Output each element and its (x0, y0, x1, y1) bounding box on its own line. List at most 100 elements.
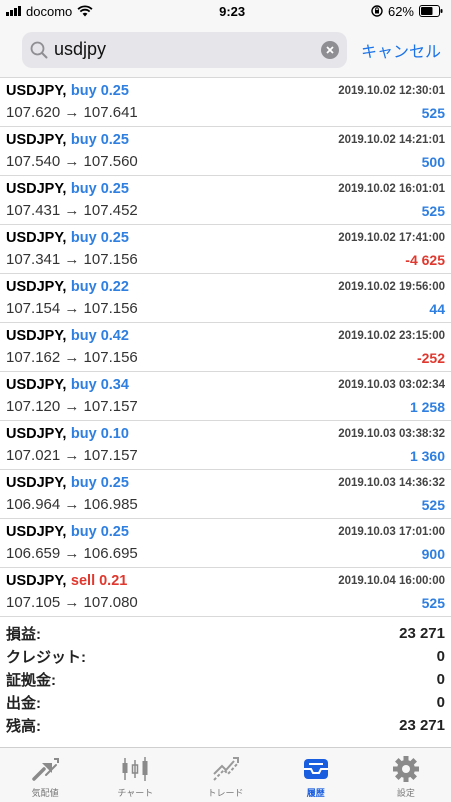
trade-side: buy 0.25 (70, 230, 129, 246)
search-bar: usdjpy キャンセル (0, 22, 451, 78)
trade-title: USDJPY, sell 0.21 (6, 572, 127, 590)
trade-row-bottom: 107.120 → 107.157 1 258 (6, 398, 445, 415)
trade-row-top: USDJPY, buy 0.25 2019.10.03 17:01:00 (6, 523, 445, 541)
trade-row[interactable]: USDJPY, sell 0.21 2019.10.04 16:00:00 10… (0, 568, 451, 617)
trade-title: USDJPY, buy 0.25 (6, 82, 129, 100)
summary-label: 出金: (6, 695, 41, 712)
tab-history[interactable]: 履歴 (271, 748, 361, 802)
trade-title: USDJPY, buy 0.25 (6, 180, 129, 198)
trade-symbol: USDJPY, (6, 426, 67, 442)
clear-icon[interactable] (320, 40, 339, 59)
trade-row[interactable]: USDJPY, buy 0.34 2019.10.03 03:02:34 107… (0, 372, 451, 421)
trade-symbol: USDJPY, (6, 328, 67, 344)
trade-row[interactable]: USDJPY, buy 0.22 2019.10.02 19:56:00 107… (0, 274, 451, 323)
trade-prices: 106.659 → 106.695 (6, 545, 138, 562)
trade-profit: -4 625 (405, 251, 445, 268)
trade-row-top: USDJPY, buy 0.25 2019.10.02 17:41:00 (6, 229, 445, 247)
search-query[interactable]: usdjpy (54, 39, 321, 60)
trade-row-top: USDJPY, buy 0.22 2019.10.02 19:56:00 (6, 278, 445, 296)
trade-row-bottom: 107.162 → 107.156 -252 (6, 349, 445, 366)
search-icon (30, 41, 48, 59)
trade-date: 2019.10.03 03:38:32 (338, 428, 445, 440)
trade-row[interactable]: USDJPY, buy 0.25 2019.10.02 14:21:01 107… (0, 127, 451, 176)
summary-label: 残高: (6, 718, 41, 735)
tab-chart[interactable]: チャート (90, 748, 180, 802)
trade-row[interactable]: USDJPY, buy 0.42 2019.10.02 23:15:00 107… (0, 323, 451, 372)
trade-row-top: USDJPY, buy 0.25 2019.10.03 14:36:32 (6, 474, 445, 492)
trade-profit: -252 (416, 349, 445, 366)
trade-row[interactable]: USDJPY, buy 0.25 2019.10.02 12:30:01 107… (0, 78, 451, 127)
trade-date: 2019.10.02 23:15:00 (338, 330, 445, 342)
tab-quotes[interactable]: 気配値 (0, 748, 90, 802)
trade-row[interactable]: USDJPY, buy 0.10 2019.10.03 03:38:32 107… (0, 421, 451, 470)
trade-row-bottom: 107.431 → 107.452 525 (6, 202, 445, 219)
trade-side: buy 0.25 (70, 181, 129, 197)
status-bar: docomo 9:23 62% (0, 0, 451, 22)
trade-row-top: USDJPY, buy 0.25 2019.10.02 16:01:01 (6, 180, 445, 198)
summary-row: 出金: 0 (6, 691, 445, 714)
trade-history-list: USDJPY, buy 0.25 2019.10.02 12:30:01 107… (0, 78, 451, 617)
trade-prices: 107.341 → 107.156 (6, 251, 138, 268)
tab-settings[interactable]: 設定 (361, 748, 451, 802)
quotes-icon (30, 754, 60, 784)
trade-date: 2019.10.03 17:01:00 (338, 526, 445, 538)
trade-profit: 900 (421, 545, 445, 562)
trade-row[interactable]: USDJPY, buy 0.25 2019.10.03 14:36:32 106… (0, 470, 451, 519)
trade-prices: 106.964 → 106.985 (6, 496, 138, 513)
trade-title: USDJPY, buy 0.25 (6, 474, 129, 492)
summary-label: クレジット: (6, 649, 86, 666)
wifi-icon (77, 5, 93, 17)
summary-value: 0 (436, 671, 445, 688)
trade-row-top: USDJPY, buy 0.42 2019.10.02 23:15:00 (6, 327, 445, 345)
trade-profit: 525 (421, 104, 445, 121)
tab-bar: 気配値 チャート トレード 履歴 設定 (0, 747, 451, 802)
trade-row-bottom: 107.620 → 107.641 525 (6, 104, 445, 121)
trade-row-bottom: 107.105 → 107.080 525 (6, 594, 445, 611)
trade-date: 2019.10.02 16:01:01 (338, 183, 445, 195)
trade-row-top: USDJPY, buy 0.10 2019.10.03 03:38:32 (6, 425, 445, 443)
tab-trade[interactable]: トレード (180, 748, 270, 802)
trade-row[interactable]: USDJPY, buy 0.25 2019.10.02 17:41:00 107… (0, 225, 451, 274)
summary-value: 23 271 (399, 717, 445, 734)
tab-label: チャート (117, 788, 154, 798)
summary-row: 損益: 23 271 (6, 622, 445, 645)
trade-side: buy 0.25 (70, 524, 129, 540)
trade-row-bottom: 107.154 → 107.156 44 (6, 300, 445, 317)
trade-date: 2019.10.02 17:41:00 (338, 232, 445, 244)
trade-prices: 107.105 → 107.080 (6, 594, 138, 611)
trade-prices: 107.162 → 107.156 (6, 349, 138, 366)
trade-title: USDJPY, buy 0.34 (6, 376, 129, 394)
trade-profit: 1 360 (409, 447, 445, 464)
search-input[interactable]: usdjpy (22, 31, 347, 68)
trade-symbol: USDJPY, (6, 475, 67, 491)
trade-side: buy 0.25 (70, 132, 129, 148)
trade-row-bottom: 106.964 → 106.985 525 (6, 496, 445, 513)
trade-date: 2019.10.02 14:21:01 (338, 134, 445, 146)
trade-prices: 107.154 → 107.156 (6, 300, 138, 317)
summary-row: 証拠金: 0 (6, 668, 445, 691)
status-right: 62% (371, 4, 443, 19)
trade-profit: 525 (421, 496, 445, 513)
trade-profit: 525 (421, 202, 445, 219)
trade-side: sell 0.21 (70, 573, 128, 589)
signal-icon (6, 6, 21, 16)
trade-row[interactable]: USDJPY, buy 0.25 2019.10.03 17:01:00 106… (0, 519, 451, 568)
cancel-button[interactable]: キャンセル (361, 38, 441, 62)
summary-label: 損益: (6, 626, 41, 643)
trade-title: USDJPY, buy 0.10 (6, 425, 129, 443)
trade-title: USDJPY, buy 0.25 (6, 131, 129, 149)
summary-label: 証拠金: (6, 672, 56, 689)
trade-prices: 107.540 → 107.560 (6, 153, 138, 170)
trade-side: buy 0.34 (70, 377, 129, 393)
trade-row-bottom: 106.659 → 106.695 900 (6, 545, 445, 562)
trade-side: buy 0.25 (70, 83, 129, 99)
trade-row-bottom: 107.021 → 107.157 1 360 (6, 447, 445, 464)
battery-percent: 62% (387, 3, 414, 19)
trade-title: USDJPY, buy 0.22 (6, 278, 129, 296)
trade-row[interactable]: USDJPY, buy 0.25 2019.10.02 16:01:01 107… (0, 176, 451, 225)
summary-value: 23 271 (399, 625, 445, 642)
trade-title: USDJPY, buy 0.25 (6, 523, 129, 541)
trade-side: buy 0.42 (70, 328, 129, 344)
trade-date: 2019.10.03 03:02:34 (338, 379, 445, 391)
trade-symbol: USDJPY, (6, 524, 67, 540)
